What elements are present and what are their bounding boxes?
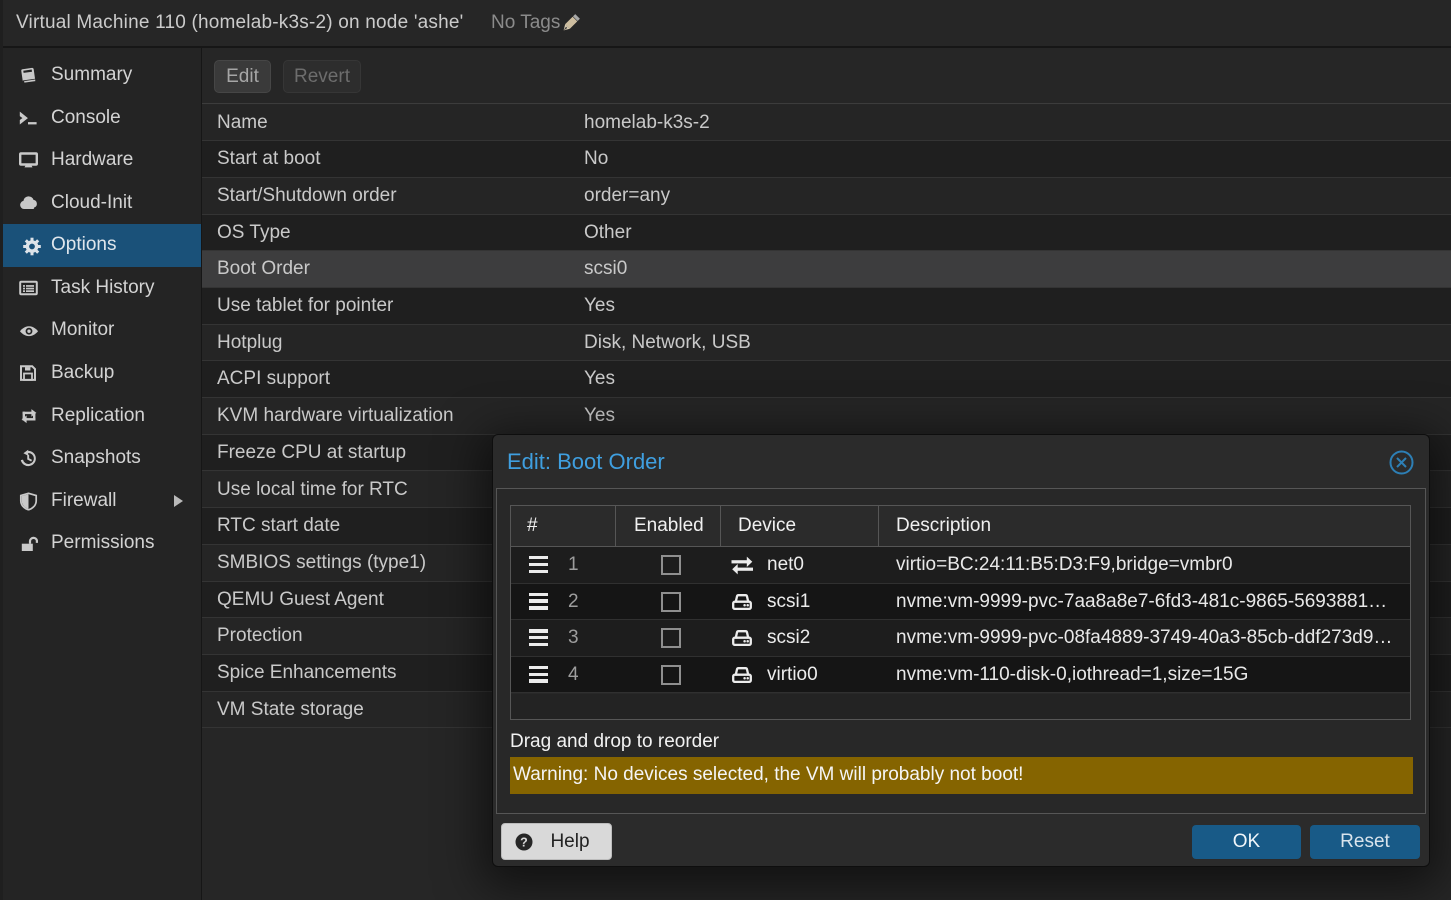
svg-text:?: ? bbox=[520, 835, 528, 849]
